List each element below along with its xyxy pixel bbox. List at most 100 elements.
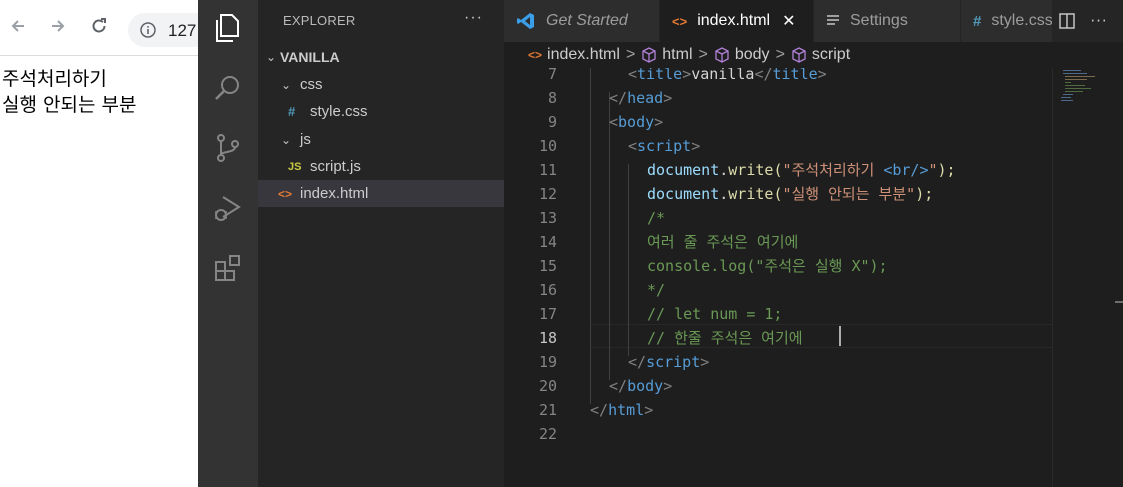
line-number: 20 <box>538 377 557 395</box>
reload-button[interactable] <box>85 12 113 40</box>
code-line: // let num = 1; <box>647 305 783 323</box>
breadcrumb-item[interactable]: script <box>812 46 850 64</box>
line-number: 12 <box>538 185 557 203</box>
tree-file-style-css[interactable]: # style.css <box>258 98 504 125</box>
activity-run-debug[interactable] <box>198 184 258 232</box>
line-number: 15 <box>538 257 557 275</box>
code-line: <body> <box>609 113 664 131</box>
line-number-gutter: 7 8 9 10 11 12 13 14 15 16 17 18 19 20 2… <box>504 68 564 487</box>
code-editor[interactable]: 7 8 9 10 11 12 13 14 15 16 17 18 19 20 2… <box>504 68 1052 487</box>
line-number: 11 <box>538 161 557 179</box>
vscode-icon <box>516 11 536 31</box>
css-file-icon: # <box>288 104 296 119</box>
line-number: 19 <box>538 353 557 371</box>
indent-guide <box>609 92 610 380</box>
code-line: </script> <box>628 353 710 371</box>
minimap-line <box>1065 79 1087 80</box>
activity-explorer[interactable] <box>198 4 258 52</box>
page-content: 주석처리하기 실행 안되는 부분 <box>2 66 136 118</box>
tree-file-script-js[interactable]: JS script.js <box>258 153 504 180</box>
tree-label: VANILLA <box>280 48 340 65</box>
breadcrumb-separator: > <box>698 46 708 63</box>
output-line: 실행 안되는 부분 <box>2 94 137 116</box>
url-text[interactable]: 127 <box>168 21 198 41</box>
extensions-icon <box>215 255 240 281</box>
breadcrumb-item[interactable]: body <box>735 46 770 64</box>
tab-label: index.html <box>697 12 771 29</box>
indent-guide <box>628 164 629 356</box>
activity-bar <box>198 0 258 487</box>
line-number: 7 <box>547 68 557 83</box>
more-icon: ··· <box>1090 12 1108 30</box>
chevron-down-icon: ⌄ <box>281 132 292 147</box>
output-line: 주석처리하기 <box>2 68 107 90</box>
tab-index-html[interactable]: <> index.html ✕ <box>660 0 813 42</box>
browser-toolbar: 127 <box>0 0 218 56</box>
line-number: 21 <box>538 401 557 419</box>
text-cursor <box>839 326 841 346</box>
minimap-line <box>1065 88 1091 89</box>
breadcrumb-separator: > <box>775 46 785 63</box>
code-line: </head> <box>609 89 673 107</box>
browser-window: 127 주석처리하기 실행 안되는 부분 <box>0 0 218 487</box>
more-editor-actions-button[interactable]: ··· <box>1088 10 1110 32</box>
search-icon <box>215 76 239 100</box>
tab-get-started[interactable]: Get Started <box>504 0 659 42</box>
split-editor-button[interactable] <box>1056 10 1078 32</box>
chevron-down-icon: ⌄ <box>266 49 277 64</box>
more-actions-button[interactable]: ··· <box>464 9 483 27</box>
line-number: 8 <box>547 89 557 107</box>
editor-tabs: Get Started <> index.html ✕ Settings # s… <box>504 0 1123 42</box>
minimap-line <box>1063 70 1081 71</box>
scrollbar-marker[interactable] <box>1115 301 1123 303</box>
reload-icon <box>92 18 106 33</box>
code-line: document.write("주석처리하기 <br/>"); <box>647 161 956 179</box>
minimap[interactable] <box>1052 68 1123 487</box>
tab-label: style.css <box>991 12 1053 29</box>
explorer-icon <box>216 14 239 42</box>
tab-style-css[interactable]: # style.css <box>961 0 1056 42</box>
html-icon: <> <box>528 48 543 62</box>
info-icon[interactable] <box>140 22 156 38</box>
cube-icon <box>641 47 657 63</box>
minimap-line <box>1065 91 1083 92</box>
line-number: 14 <box>538 233 557 251</box>
editor-actions: ··· <box>1052 0 1123 42</box>
tree-label: script.js <box>310 158 361 175</box>
sidebar-title: EXPLORER <box>283 13 356 28</box>
activity-source-control[interactable] <box>198 124 258 172</box>
tree-file-index-html[interactable]: <> index.html <box>258 180 504 207</box>
code-line: document.write("실행 안되는 부분"); <box>647 185 934 203</box>
breadcrumb-item[interactable]: index.html <box>547 46 620 64</box>
code-line: </body> <box>609 377 673 395</box>
code-line: </html> <box>590 401 654 419</box>
activity-search[interactable] <box>198 64 258 112</box>
split-editor-icon <box>1059 13 1075 29</box>
source-control-icon <box>217 134 239 162</box>
line-number: 17 <box>538 305 557 323</box>
line-number: 16 <box>538 281 557 299</box>
code-line: */ <box>647 281 666 299</box>
forward-arrow-icon <box>52 20 65 32</box>
close-icon[interactable]: ✕ <box>782 11 795 31</box>
html-icon: <> <box>672 13 688 29</box>
back-button[interactable] <box>4 12 32 40</box>
code-line: console.log("주석은 실행 X"); <box>647 257 888 275</box>
tree-folder-css[interactable]: ⌄ css <box>258 71 504 98</box>
code-line: /* <box>647 209 666 227</box>
tree-folder-js[interactable]: ⌄ js <box>258 126 504 153</box>
chevron-down-icon: ⌄ <box>281 77 292 92</box>
cube-icon <box>714 47 730 63</box>
tab-settings[interactable]: Settings <box>814 0 960 42</box>
code-line: <script> <box>628 137 701 155</box>
activity-extensions[interactable] <box>198 244 258 292</box>
tree-label: index.html <box>300 185 369 202</box>
explorer-sidebar: EXPLORER ··· ⌄ VANILLA ⌄ css # style.css… <box>258 0 504 487</box>
html-file-icon: <> <box>278 186 293 201</box>
breadcrumb-item[interactable]: html <box>662 46 692 64</box>
line-number: 13 <box>538 209 557 227</box>
tree-label: js <box>300 131 311 148</box>
minimap-line <box>1063 94 1073 95</box>
forward-button[interactable] <box>44 12 72 40</box>
tree-root-vanilla[interactable]: ⌄ VANILLA <box>258 43 504 70</box>
